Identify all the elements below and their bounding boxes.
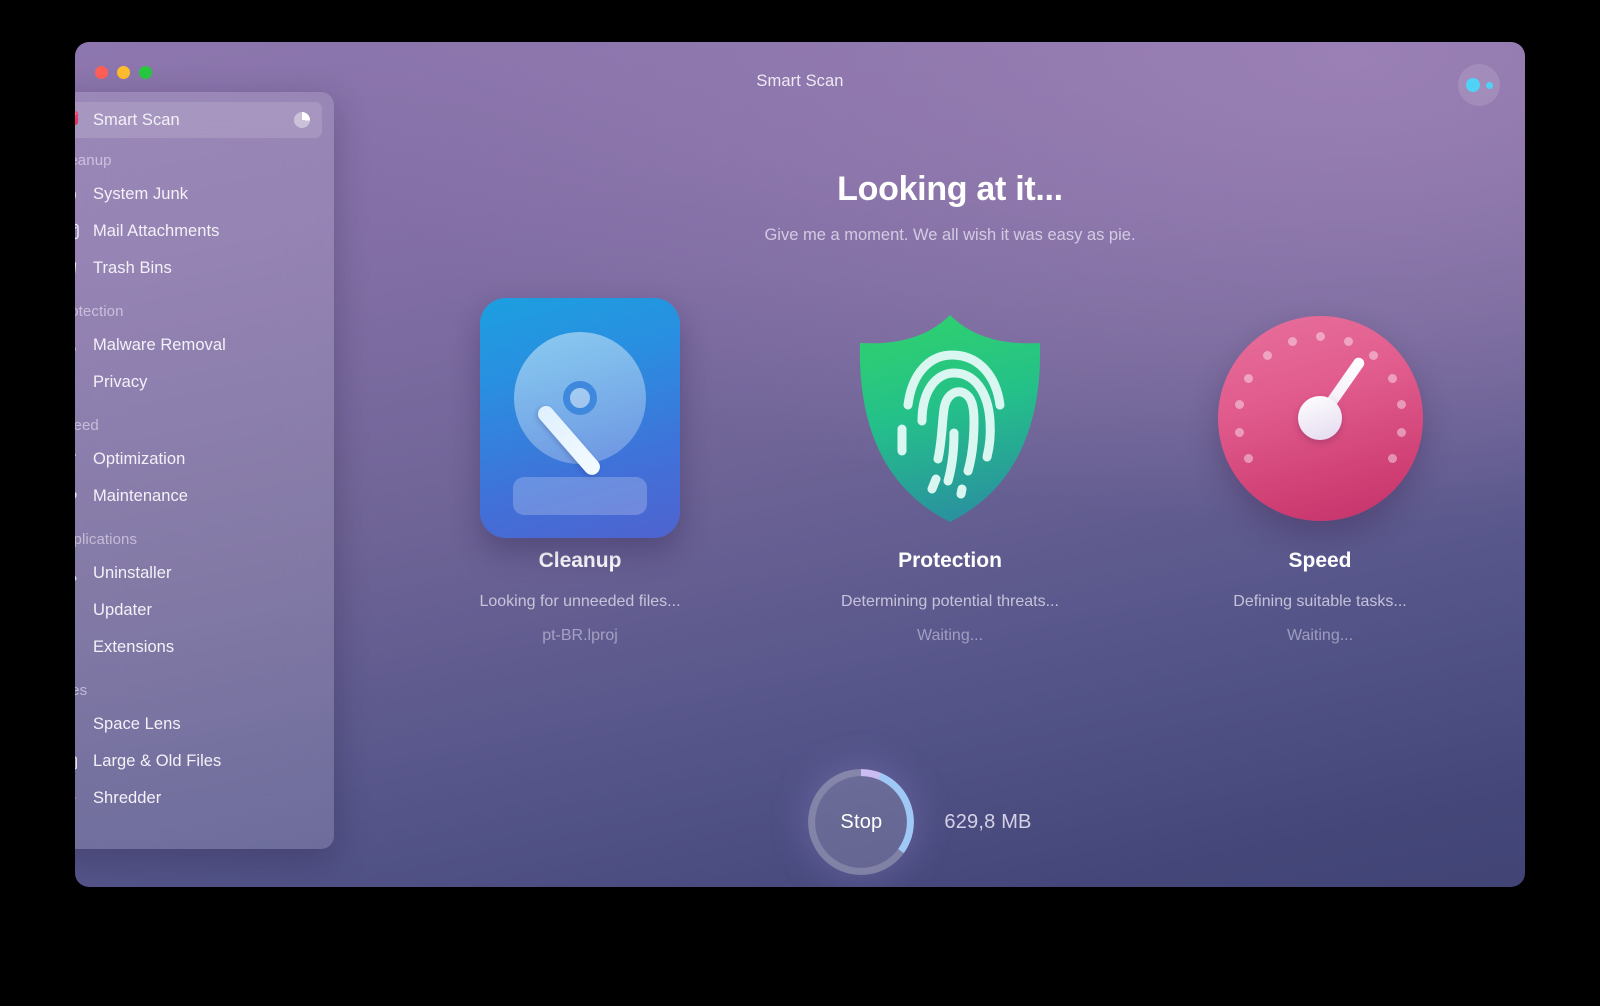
sidebar-item-trash-bins[interactable]: Trash Bins <box>75 250 322 286</box>
gauge-tick <box>1388 374 1397 383</box>
uninstaller-icon <box>75 562 81 584</box>
sidebar-item-label: Smart Scan <box>93 111 180 130</box>
folder-icon <box>75 750 81 772</box>
puzzle-piece-icon <box>75 636 81 658</box>
page-title: Looking at it... <box>375 170 1525 209</box>
assistant-button[interactable] <box>1458 64 1500 106</box>
sidebar-item-space-lens[interactable]: Space Lens <box>75 706 322 742</box>
gauge-tick <box>1263 351 1272 360</box>
sidebar-item-label: Shredder <box>93 789 161 808</box>
footer-bar: Stop 629,8 MB <box>375 757 1525 887</box>
gauge-tick <box>1244 454 1253 463</box>
gauge-tick <box>1344 337 1353 346</box>
sidebar-group-protection: Protection <box>75 287 322 327</box>
stop-button-label: Stop <box>840 811 882 834</box>
biohazard-icon <box>75 334 81 356</box>
stop-button[interactable]: Stop <box>808 769 914 875</box>
speedometer-icon <box>1218 316 1423 521</box>
smart-scan-icon <box>75 109 81 131</box>
sidebar-item-privacy[interactable]: Privacy <box>75 364 322 400</box>
shield-fingerprint-icon <box>850 311 1050 526</box>
gauge-tick <box>1316 332 1325 341</box>
sidebar-item-system-junk[interactable]: System Junk <box>75 176 322 212</box>
sidebar-group-applications: Applications <box>75 515 322 555</box>
page-subtitle: Give me a moment. We all wish it was eas… <box>375 226 1525 245</box>
sidebar: Smart Scan Cleanup System Junk <box>75 92 334 849</box>
sliders-icon <box>75 448 81 470</box>
module-title: Cleanup <box>445 549 715 573</box>
desktop-backdrop: Smart Scan <box>0 0 1600 1006</box>
gauge-tick <box>1288 337 1297 346</box>
system-junk-icon <box>75 183 81 205</box>
sidebar-item-label: Uninstaller <box>93 564 172 583</box>
sidebar-item-shredder[interactable]: Shredder <box>75 780 322 816</box>
scanned-size-label: 629,8 MB <box>944 811 1031 834</box>
sidebar-item-mail-attachments[interactable]: Mail Attachments <box>75 213 322 249</box>
module-artwork <box>1185 293 1455 543</box>
module-status: Determining potential threats... <box>815 593 1085 611</box>
hdd-spindle <box>563 381 597 415</box>
sidebar-item-label: Mail Attachments <box>93 222 219 241</box>
sidebar-item-label: Trash Bins <box>93 259 172 278</box>
sidebar-item-optimization[interactable]: Optimization <box>75 441 322 477</box>
window-title: Smart Scan <box>75 72 1525 91</box>
sidebar-item-malware-removal[interactable]: Malware Removal <box>75 327 322 363</box>
gauge-tick <box>1235 428 1244 437</box>
gauge-tick <box>1397 428 1406 437</box>
sidebar-item-label: Malware Removal <box>93 336 226 355</box>
module-status: Defining suitable tasks... <box>1185 593 1455 611</box>
module-list: Cleanup Looking for unneeded files... pt… <box>375 293 1525 645</box>
module-artwork <box>815 293 1085 543</box>
sidebar-item-uninstaller[interactable]: Uninstaller <box>75 555 322 591</box>
main-content: Looking at it... Give me a moment. We al… <box>375 108 1525 887</box>
sidebar-item-label: Space Lens <box>93 715 181 734</box>
module-title: Speed <box>1185 549 1455 573</box>
app-window: Smart Scan <box>75 42 1525 887</box>
module-detail: Waiting... <box>1185 627 1455 645</box>
sidebar-item-extensions[interactable]: Extensions <box>75 629 322 665</box>
space-lens-icon <box>75 713 81 735</box>
pie-progress-icon <box>294 112 310 128</box>
sidebar-group-cleanup: Cleanup <box>75 139 322 176</box>
trash-bin-icon <box>75 257 81 279</box>
module-title: Protection <box>815 549 1085 573</box>
assistant-dot-small-icon <box>1486 82 1493 89</box>
hard-drive-icon <box>480 298 680 538</box>
sidebar-item-label: Optimization <box>93 450 185 469</box>
module-artwork <box>445 293 715 543</box>
module-protection[interactable]: Protection Determining potential threats… <box>815 293 1085 645</box>
sidebar-item-label: Maintenance <box>93 487 188 506</box>
wrench-icon <box>75 485 81 507</box>
updater-arrow-icon <box>75 599 81 621</box>
sidebar-item-smart-scan[interactable]: Smart Scan <box>75 102 322 138</box>
gauge-tick <box>1244 374 1253 383</box>
module-status: Looking for unneeded files... <box>445 593 715 611</box>
sidebar-item-updater[interactable]: Updater <box>75 592 322 628</box>
sidebar-item-label: System Junk <box>93 185 188 204</box>
gauge-hub <box>1298 396 1342 440</box>
sidebar-item-large-old-files[interactable]: Large & Old Files <box>75 743 322 779</box>
sidebar-group-files: Files <box>75 666 322 706</box>
gauge-tick <box>1235 400 1244 409</box>
module-detail: pt-BR.lproj <box>445 627 715 645</box>
scan-controls: Stop 629,8 MB <box>808 769 1031 875</box>
sidebar-item-maintenance[interactable]: Maintenance <box>75 478 322 514</box>
shredder-icon <box>75 787 81 809</box>
sidebar-item-label: Extensions <box>93 638 174 657</box>
gauge-tick <box>1397 400 1406 409</box>
module-speed[interactable]: Speed Defining suitable tasks... Waiting… <box>1185 293 1455 645</box>
assistant-dots-icon <box>1466 78 1480 92</box>
sidebar-item-label: Large & Old Files <box>93 752 221 771</box>
sidebar-item-label: Privacy <box>93 373 147 392</box>
gauge-tick <box>1388 454 1397 463</box>
hdd-bar <box>513 477 647 515</box>
module-detail: Waiting... <box>815 627 1085 645</box>
mail-envelope-icon <box>75 220 81 242</box>
hand-icon <box>75 371 81 393</box>
sidebar-group-speed: Speed <box>75 401 322 441</box>
sidebar-item-label: Updater <box>93 601 152 620</box>
gauge-tick <box>1369 351 1378 360</box>
module-cleanup[interactable]: Cleanup Looking for unneeded files... pt… <box>445 293 715 645</box>
